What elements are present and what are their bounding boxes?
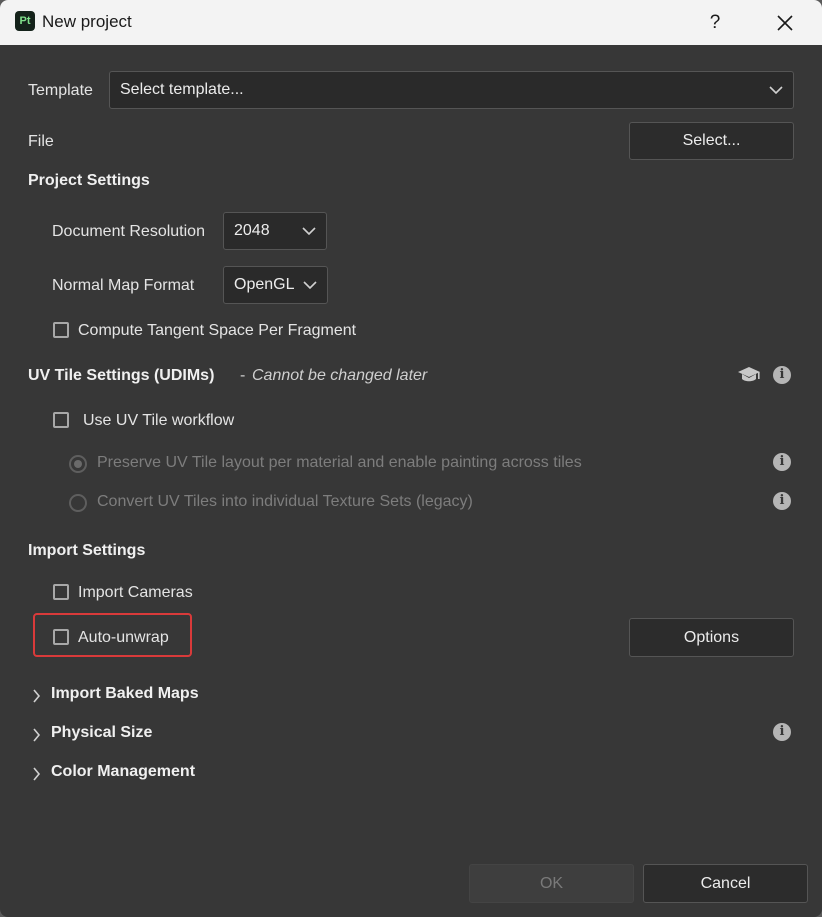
import-cameras-checkbox[interactable] xyxy=(53,584,69,600)
import-cameras-label: Import Cameras xyxy=(78,584,193,601)
preserve-uv-tile-label: Preserve UV Tile layout per material and… xyxy=(97,454,582,471)
window-title: New project xyxy=(42,12,132,31)
chevron-right-icon xyxy=(33,767,41,781)
auto-unwrap-label: Auto-unwrap xyxy=(78,629,169,646)
normal-map-format-label: Normal Map Format xyxy=(52,277,195,294)
template-label: Template xyxy=(28,82,93,99)
chevron-right-icon xyxy=(33,689,41,703)
info-icon[interactable]: i xyxy=(773,492,791,510)
graduation-cap-icon[interactable] xyxy=(737,366,761,384)
compute-tangent-label: Compute Tangent Space Per Fragment xyxy=(78,322,357,339)
use-uv-tile-checkbox[interactable] xyxy=(53,412,69,428)
uv-tile-note: Cannot be changed later xyxy=(252,367,428,384)
project-settings-heading: Project Settings xyxy=(28,172,150,189)
template-value: Select template... xyxy=(120,81,244,98)
chevron-down-icon xyxy=(769,86,783,94)
chevron-down-icon xyxy=(302,227,316,235)
preserve-uv-tile-radio[interactable] xyxy=(69,455,87,473)
document-resolution-label: Document Resolution xyxy=(52,223,205,240)
import-baked-maps-section[interactable]: Import Baked Maps xyxy=(32,685,252,707)
uv-tile-settings-heading: UV Tile Settings (UDIMs) xyxy=(28,367,215,384)
title-bar: Pt New project ? xyxy=(0,0,822,45)
ok-button[interactable]: OK xyxy=(469,864,634,903)
color-management-label: Color Management xyxy=(51,763,196,780)
info-icon[interactable]: i xyxy=(773,366,791,384)
use-uv-tile-label: Use UV Tile workflow xyxy=(83,412,235,429)
close-button[interactable] xyxy=(770,9,800,37)
color-management-section[interactable]: Color Management xyxy=(32,763,252,785)
physical-size-label: Physical Size xyxy=(51,724,153,741)
physical-size-section[interactable]: Physical Size xyxy=(32,724,252,746)
help-button[interactable]: ? xyxy=(700,9,730,37)
normal-map-format-value: OpenGL xyxy=(234,276,295,293)
uv-tile-note-dash: - xyxy=(240,367,246,384)
convert-uv-tiles-label: Convert UV Tiles into individual Texture… xyxy=(97,493,473,510)
info-icon[interactable]: i xyxy=(773,723,791,741)
chevron-down-icon xyxy=(303,281,317,289)
close-icon xyxy=(777,15,793,31)
normal-map-format-dropdown[interactable]: OpenGL xyxy=(223,266,328,304)
chevron-right-icon xyxy=(33,728,41,742)
template-dropdown[interactable]: Select template... xyxy=(109,71,794,109)
file-select-button[interactable]: Select... xyxy=(629,122,794,160)
cancel-button[interactable]: Cancel xyxy=(643,864,808,903)
document-resolution-dropdown[interactable]: 2048 xyxy=(223,212,327,250)
painter-app-icon: Pt xyxy=(15,11,35,31)
unwrap-options-button[interactable]: Options xyxy=(629,618,794,657)
file-label: File xyxy=(28,133,54,150)
compute-tangent-checkbox[interactable] xyxy=(53,322,69,338)
document-resolution-value: 2048 xyxy=(234,222,270,239)
info-icon[interactable]: i xyxy=(773,453,791,471)
import-baked-maps-label: Import Baked Maps xyxy=(51,685,199,702)
auto-unwrap-checkbox[interactable] xyxy=(53,629,69,645)
convert-uv-tiles-radio[interactable] xyxy=(69,494,87,512)
import-settings-heading: Import Settings xyxy=(28,542,146,559)
new-project-dialog: Pt New project ? Template Select templat… xyxy=(0,0,822,917)
